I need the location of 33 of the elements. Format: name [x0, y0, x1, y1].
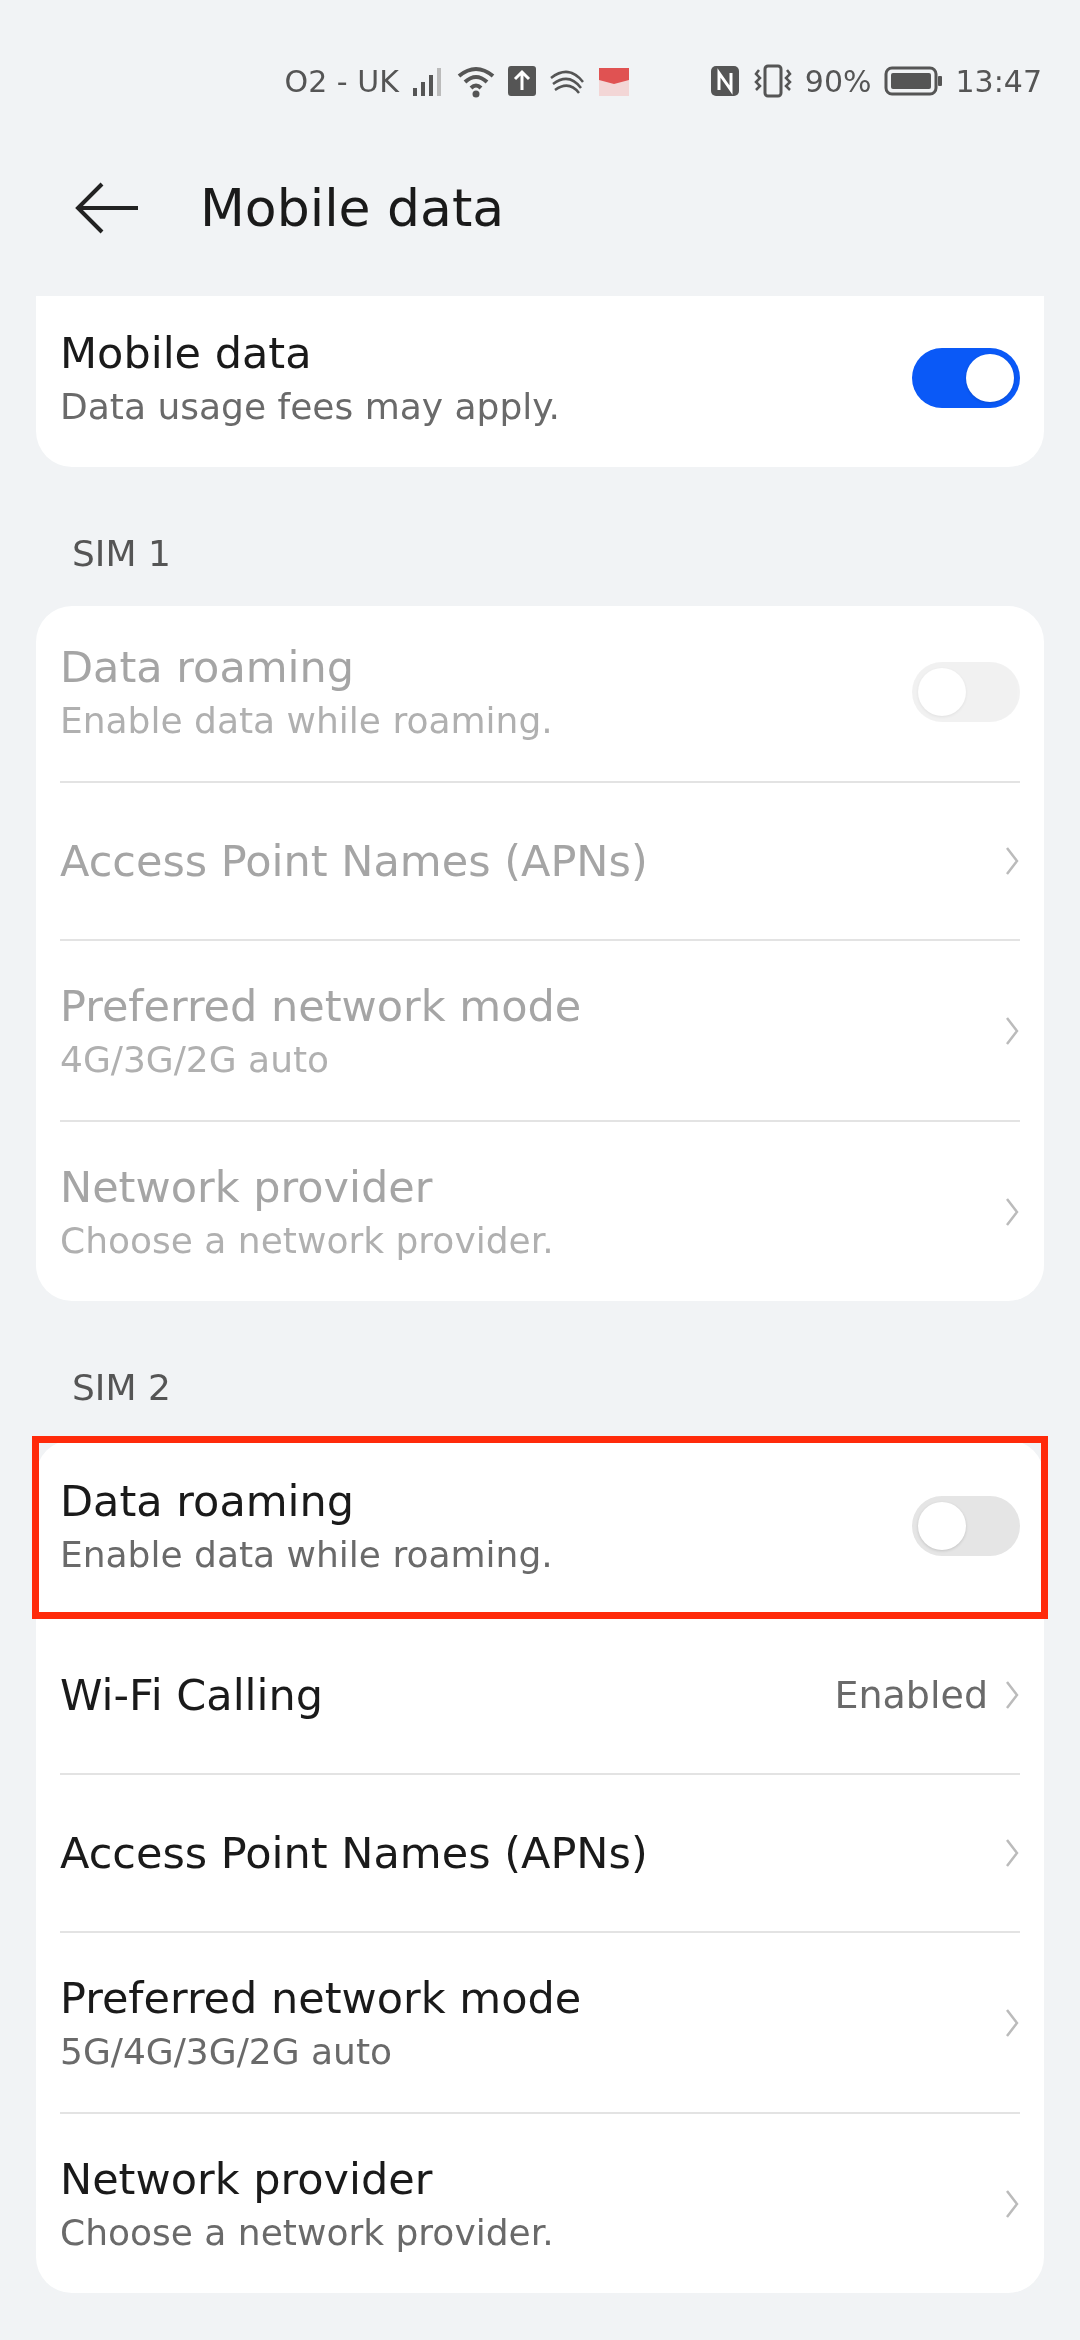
chevron-right-icon [1004, 1837, 1020, 1869]
clock-time: 13:47 [955, 63, 1042, 99]
row-subtitle: 4G/3G/2G auto [60, 1039, 331, 1080]
row-title: Network provider [60, 1162, 434, 1212]
row-title[interactable]: Preferred network mode [60, 1973, 988, 2023]
carrier-name: O2 - UK [284, 63, 399, 99]
row-title: Data roaming [60, 642, 356, 692]
row-subtitle: Enable data while roaming. [60, 1534, 554, 1575]
battery-icon [883, 64, 944, 98]
battery-percentage: 90% [804, 63, 872, 99]
section-label: SIM 2 [71, 1366, 172, 1410]
row-title: Access Point Names (APNs) [60, 836, 649, 886]
row-subtitle: Enable data while roaming. [60, 700, 554, 741]
row-subtitle: Choose a network provider. [60, 1220, 555, 1261]
wifi-icon [456, 64, 495, 98]
row-subtitle: Choose a network provider. [60, 2212, 555, 2253]
row-subtitle: 5G/4G/3G/2G auto [60, 2031, 394, 2072]
vibrate-icon [752, 64, 793, 98]
page-title: Mobile data [200, 178, 505, 238]
row-value: Enabled [834, 1673, 988, 1717]
row-title[interactable]: Data roaming [60, 1476, 896, 1526]
chevron-right-icon [1004, 1679, 1020, 1711]
row-title[interactable]: Network provider [60, 2154, 988, 2204]
upload-icon [506, 64, 537, 98]
row-title[interactable]: Wi-Fi Calling [60, 1670, 819, 1720]
row-title[interactable]: Access Point Names (APNs) [60, 1828, 988, 1878]
row-title: Preferred network mode [60, 981, 583, 1031]
row-title[interactable]: Mobile data [60, 328, 896, 378]
back-arrow-icon [74, 181, 140, 235]
chevron-right-icon [1004, 845, 1020, 877]
section-label: SIM 1 [71, 532, 172, 576]
nfc-icon [708, 64, 741, 98]
row-subtitle: Data usage fees may apply. [60, 386, 561, 427]
